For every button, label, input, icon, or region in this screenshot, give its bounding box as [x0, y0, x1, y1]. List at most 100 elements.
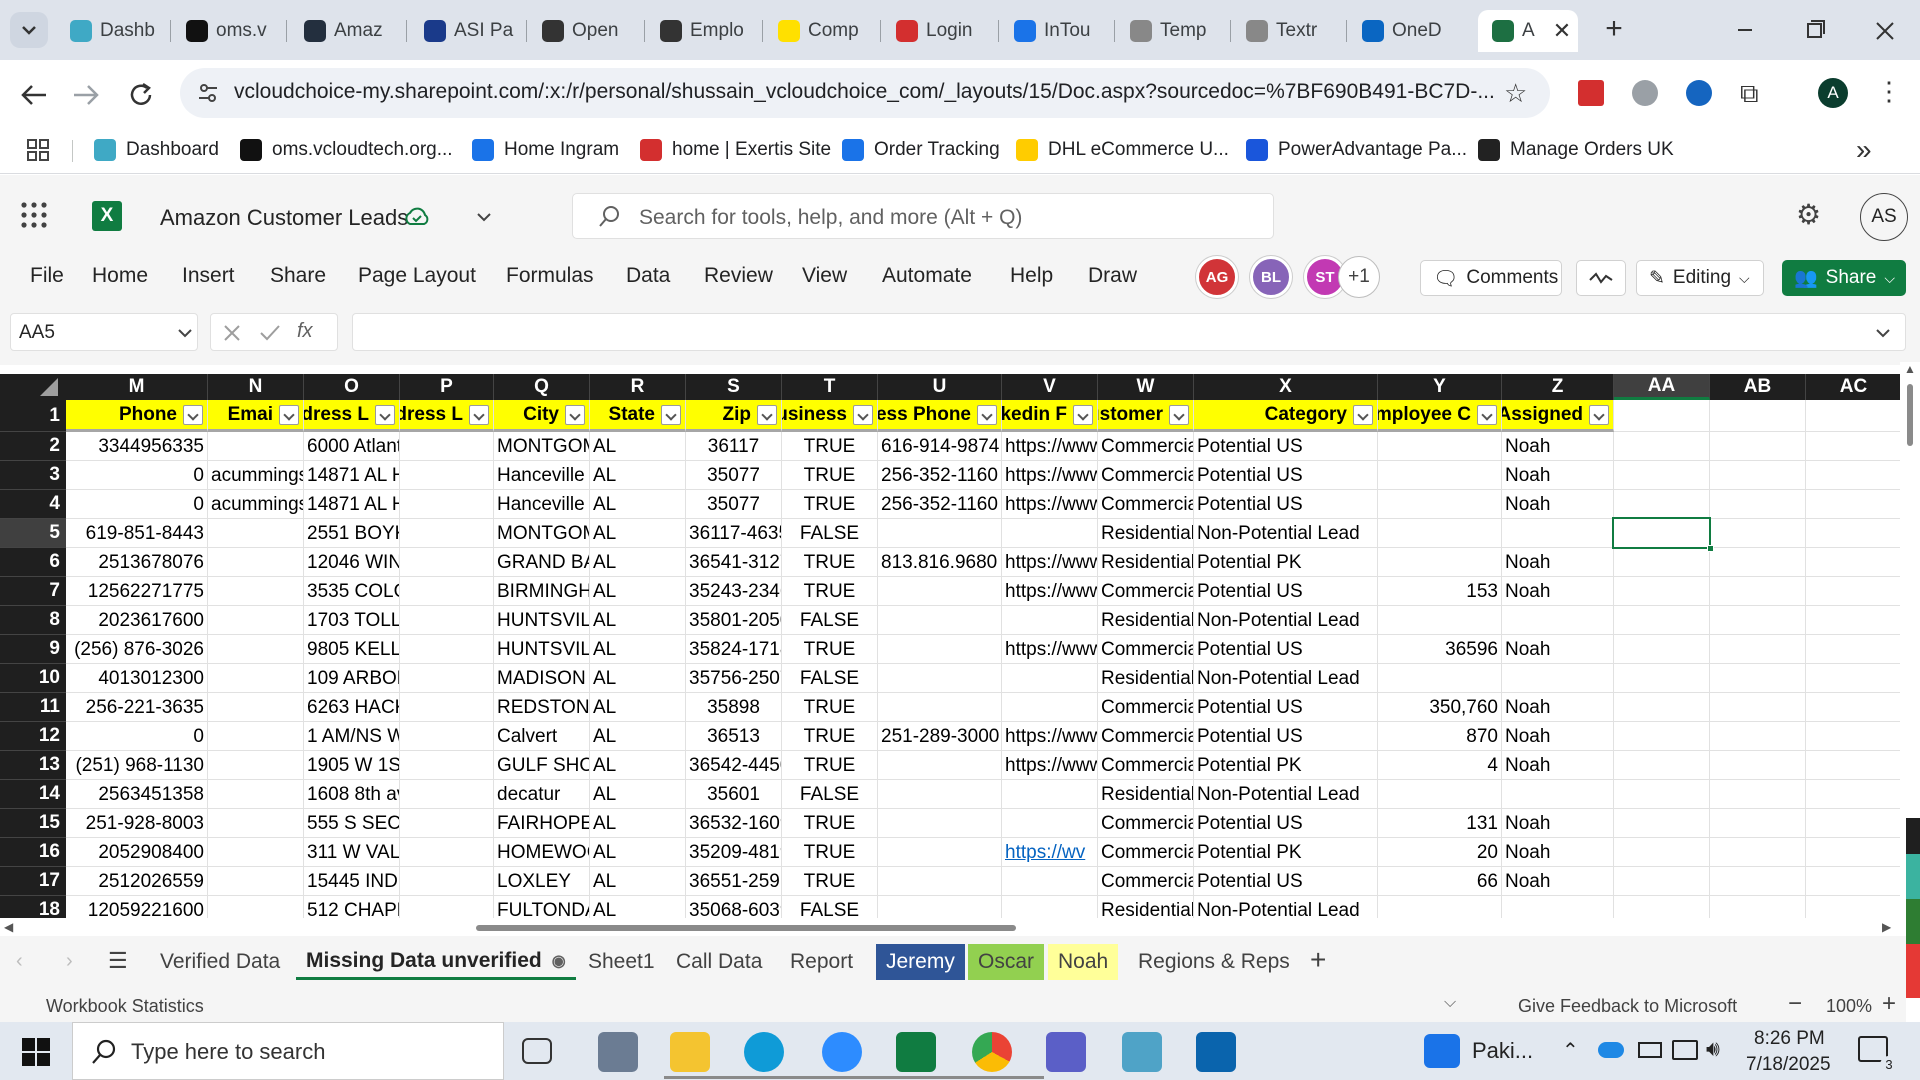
remote-app-icon[interactable]: [1122, 1032, 1162, 1072]
cell[interactable]: [1710, 548, 1806, 577]
cell[interactable]: [1806, 606, 1900, 635]
cell[interactable]: 36117-4635: [686, 519, 782, 548]
forward-button[interactable]: [72, 82, 102, 113]
cell[interactable]: [400, 664, 494, 693]
cell[interactable]: [1806, 461, 1900, 490]
cell[interactable]: [400, 461, 494, 490]
weather-widget-label[interactable]: Paki...: [1472, 1038, 1533, 1064]
cell[interactable]: 14871 AL Highway 91: [304, 461, 400, 490]
cell[interactable]: 4: [1378, 751, 1502, 780]
cell[interactable]: FAIRHOPE: [494, 809, 590, 838]
cell[interactable]: Potential PK: [1194, 548, 1378, 577]
cell[interactable]: 251-928-8003: [66, 809, 208, 838]
cell[interactable]: AL: [590, 896, 686, 918]
workbook-statistics[interactable]: Workbook Statistics: [46, 996, 204, 1017]
row-header[interactable]: 16: [0, 838, 66, 867]
header-cell[interactable]: ustomer: [1098, 400, 1194, 432]
cell[interactable]: [1378, 896, 1502, 918]
cell[interactable]: [1806, 838, 1900, 867]
filter-dropdown-icon[interactable]: [1477, 405, 1497, 425]
cell[interactable]: [208, 809, 304, 838]
cell[interactable]: 2512026559: [66, 867, 208, 896]
active-cell-selection[interactable]: [1612, 517, 1711, 549]
cell[interactable]: Noah: [1502, 722, 1614, 751]
cell[interactable]: [1502, 606, 1614, 635]
cell[interactable]: [1378, 490, 1502, 519]
cell[interactable]: Commercia: [1098, 751, 1194, 780]
sheet-tab[interactable]: Oscar: [968, 944, 1045, 980]
add-sheet-button[interactable]: +: [1310, 944, 1326, 976]
cell[interactable]: [208, 577, 304, 606]
cell[interactable]: 66: [1378, 867, 1502, 896]
cell[interactable]: AL: [590, 664, 686, 693]
cell[interactable]: HUNTSVILI: [494, 635, 590, 664]
cell[interactable]: [1806, 722, 1900, 751]
cell[interactable]: https://www: [1002, 432, 1098, 461]
cell[interactable]: LOXLEY: [494, 867, 590, 896]
collaborator-avatar[interactable]: AG: [1196, 256, 1238, 298]
row-header[interactable]: 5: [0, 519, 66, 548]
cell[interactable]: [1710, 432, 1806, 461]
column-header[interactable]: Y: [1378, 374, 1502, 400]
cell[interactable]: [208, 838, 304, 867]
browser-tab[interactable]: Login: [882, 10, 994, 52]
cell[interactable]: [1614, 780, 1710, 809]
cell[interactable]: [400, 606, 494, 635]
cell[interactable]: [1614, 838, 1710, 867]
cell[interactable]: 256-221-3635: [66, 693, 208, 722]
header-cell[interactable]: business: [782, 400, 878, 432]
cell[interactable]: [208, 606, 304, 635]
column-header[interactable]: Q: [494, 374, 590, 400]
header-cell[interactable]: Zip: [686, 400, 782, 432]
site-info-icon[interactable]: [196, 81, 220, 110]
cell[interactable]: [1614, 664, 1710, 693]
sheet-tab[interactable]: Call Data: [666, 944, 772, 980]
column-header[interactable]: M: [66, 374, 208, 400]
bookmark-item[interactable]: Dashboard: [94, 136, 219, 164]
column-header[interactable]: P: [400, 374, 494, 400]
cell[interactable]: [1806, 432, 1900, 461]
cell[interactable]: BIRMINGH: [494, 577, 590, 606]
cell[interactable]: [208, 635, 304, 664]
header-cell[interactable]: iness Phone: [878, 400, 1002, 432]
column-header[interactable]: R: [590, 374, 686, 400]
browser-tab[interactable]: Textr: [1232, 10, 1342, 52]
select-all-corner[interactable]: [0, 374, 66, 400]
cell[interactable]: Commercia: [1098, 490, 1194, 519]
cell[interactable]: [1378, 519, 1502, 548]
cell[interactable]: Residential: [1098, 548, 1194, 577]
filter-dropdown-icon[interactable]: [375, 405, 395, 425]
profile-avatar[interactable]: A: [1818, 78, 1848, 108]
cell[interactable]: [1614, 490, 1710, 519]
cell[interactable]: Potential US: [1194, 635, 1378, 664]
cell[interactable]: [1806, 635, 1900, 664]
cell[interactable]: AL: [590, 722, 686, 751]
cell[interactable]: decatur: [494, 780, 590, 809]
column-header[interactable]: N: [208, 374, 304, 400]
header-cell[interactable]: Phone: [66, 400, 208, 432]
cell[interactable]: [1806, 548, 1900, 577]
cell[interactable]: 3535 COLONNADE PK: [304, 577, 400, 606]
cell[interactable]: [878, 693, 1002, 722]
edge-browser-icon[interactable]: [744, 1032, 784, 1072]
cell[interactable]: 153: [1378, 577, 1502, 606]
cell[interactable]: (251) 968-1130: [66, 751, 208, 780]
cell[interactable]: [1806, 664, 1900, 693]
horizontal-scroll-thumb[interactable]: [476, 925, 1016, 931]
browser-tab[interactable]: Temp: [1116, 10, 1226, 52]
browser-tab[interactable]: Dashb: [56, 10, 166, 52]
row-header[interactable]: 1: [0, 400, 66, 432]
cell[interactable]: MADISON: [494, 664, 590, 693]
filter-dropdown-icon[interactable]: [977, 405, 997, 425]
ribbon-tab[interactable]: View: [802, 264, 847, 288]
back-button[interactable]: [18, 82, 48, 113]
horizontal-scrollbar[interactable]: ◀ ▶: [0, 918, 1900, 936]
cell[interactable]: [1806, 400, 1900, 432]
status-chevron-icon[interactable]: ⌵: [1444, 994, 1456, 1012]
cell[interactable]: 35898: [686, 693, 782, 722]
cell[interactable]: [878, 838, 1002, 867]
column-header[interactable]: AB: [1710, 374, 1806, 400]
cell[interactable]: [400, 896, 494, 918]
cell[interactable]: TRUE: [782, 751, 878, 780]
row-header[interactable]: 13: [0, 751, 66, 780]
